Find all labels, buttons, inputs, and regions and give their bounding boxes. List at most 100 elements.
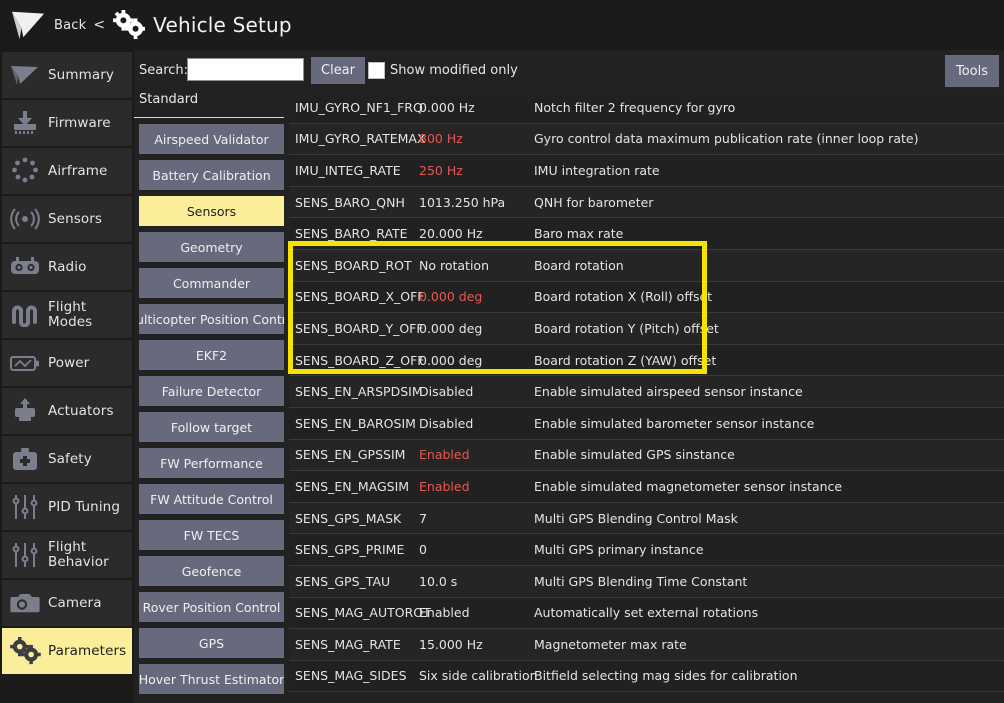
sliders-icon [8,492,42,522]
paper-plane-icon [10,8,48,42]
sidebar-item-actuators[interactable]: Actuators [2,388,132,434]
group-item-sensors[interactable]: Sensors [139,196,284,226]
group-item-multicopter-position-control[interactable]: Multicopter Position Control [139,304,284,334]
parameter-name: SENS_EN_ARSPDSIM [289,384,419,399]
parameter-description: Board rotation Y (Pitch) offset [534,321,1004,336]
sidebar-item-safety[interactable]: Safety [2,436,132,482]
parameter-value: No rotation [419,258,534,273]
sidebar-item-firmware[interactable]: Firmware [2,100,132,146]
parameter-value: Disabled [419,384,534,399]
parameter-name: SENS_BOARD_Z_OFF [289,353,419,368]
parameter-name: SENS_EN_BAROSIM [289,416,419,431]
parameter-value: 0 [419,542,534,557]
gears-icon [113,10,145,40]
parameter-name: SENS_MAG_AUTOROT [289,605,419,620]
group-item-geometry[interactable]: Geometry [139,232,284,262]
vehicle-setup-window: Back < Vehicle Setup Summary [0,0,1004,703]
group-item-fw-tecs[interactable]: FW TECS [139,520,284,550]
gears-icon [8,636,42,666]
sidebar-item-label: Sensors [48,212,102,227]
back-button[interactable]: Back [54,18,86,33]
group-item-fw-attitude-control[interactable]: FW Attitude Control [139,484,284,514]
tools-button[interactable]: Tools [945,55,999,87]
group-item-airspeed-validator[interactable]: Airspeed Validator [139,124,284,154]
show-modified-only-checkbox[interactable] [368,62,385,79]
group-item-geofence[interactable]: Geofence [139,556,284,586]
table-row[interactable]: SENS_GPS_PRIME 0 Multi GPS primary insta… [289,534,1004,566]
first-aid-kit-icon [8,444,42,474]
table-row[interactable]: SENS_EN_ARSPDSIM Disabled Enable simulat… [289,376,1004,408]
sidebar-item-radio[interactable]: Radio [2,244,132,290]
parameter-description: Board rotation Z (YAW) offset [534,353,1004,368]
parameter-value: 0.000 deg [419,289,534,304]
table-row[interactable]: IMU_GYRO_NF1_FRQ 0.000 Hz Notch filter 2… [289,92,1004,124]
sidebar-item-label: Flight Behavior [48,540,132,570]
table-row[interactable]: IMU_GYRO_RATEMAX 800 Hz Gyro control dat… [289,124,1004,156]
table-row[interactable]: SENS_MAG_RATE 15.000 Hz Magnetometer max… [289,629,1004,661]
sidebar-item-airframe[interactable]: Airframe [2,148,132,194]
parameter-value: 1013.250 hPa [419,195,534,210]
camera-icon [8,588,42,618]
parameter-value: 250 Hz [419,163,534,178]
group-item-commander[interactable]: Commander [139,268,284,298]
sidebar-item-power[interactable]: Power [2,340,132,386]
parameter-value: 0.000 deg [419,353,534,368]
parameter-description: Magnetometer max rate [534,637,1004,652]
parameter-value: 10.0 s [419,574,534,589]
parameter-name: SENS_BOARD_X_OFF [289,289,419,304]
sidebar-item-camera[interactable]: Camera [2,580,132,626]
group-item-battery-calibration[interactable]: Battery Calibration [139,160,284,190]
table-row[interactable]: SENS_GPS_MASK 7 Multi GPS Blending Contr… [289,503,1004,535]
table-row[interactable]: SENS_MAG_AUTOROT Enabled Automatically s… [289,598,1004,630]
parameter-description: Enable simulated barometer sensor instan… [534,416,1004,431]
group-item-fw-performance[interactable]: FW Performance [139,448,284,478]
parameter-name: SENS_MAG_SIDES [289,668,419,683]
group-item-rover-position-control[interactable]: Rover Position Control [139,592,284,622]
table-row[interactable]: SENS_EN_MAGSIM Enabled Enable simulated … [289,471,1004,503]
table-row[interactable]: SENS_BARO_QNH 1013.250 hPa QNH for barom… [289,187,1004,219]
group-item-gps[interactable]: GPS [139,628,284,658]
sidebar-item-summary[interactable]: Summary [2,52,132,98]
table-row[interactable]: SENS_BOARD_X_OFF 0.000 deg Board rotatio… [289,282,1004,314]
sidebar-item-label: Camera [48,596,102,611]
group-item-ekf2[interactable]: EKF2 [139,340,284,370]
table-row[interactable]: IMU_INTEG_RATE 250 Hz IMU integration ra… [289,155,1004,187]
setup-sidebar: Summary Firmware [0,50,134,703]
parameter-name: SENS_EN_GPSSIM [289,447,419,462]
clear-button[interactable]: Clear [311,57,365,84]
sidebar-item-parameters[interactable]: Parameters [2,628,132,674]
sidebar-item-flight-modes[interactable]: Flight Modes [2,292,132,338]
breadcrumb-separator: < [93,17,105,33]
show-modified-only-label: Show modified only [390,63,518,78]
parameter-value: 20.000 Hz [419,226,534,241]
group-item-hover-thrust-estimator[interactable]: Hover Thrust Estimator [139,664,284,694]
search-input[interactable] [187,58,304,81]
table-row[interactable]: SENS_BOARD_Z_OFF 0.000 deg Board rotatio… [289,345,1004,377]
table-row[interactable]: SENS_BOARD_ROT No rotation Board rotatio… [289,250,1004,282]
table-row[interactable]: SENS_BOARD_Y_OFF 0.000 deg Board rotatio… [289,313,1004,345]
group-item-follow-target[interactable]: Follow target [139,412,284,442]
sidebar-item-label: Flight Modes [48,300,132,330]
sidebar-item-pid-tuning[interactable]: PID Tuning [2,484,132,530]
parameter-description: Automatically set external rotations [534,605,1004,620]
parameter-name: SENS_MAG_RATE [289,637,419,652]
motor-arrow-icon [8,396,42,426]
sidebar-item-label: Parameters [48,644,126,659]
sidebar-item-label: Safety [48,452,92,467]
propeller-dots-icon [8,156,42,186]
parameter-name: SENS_BOARD_Y_OFF [289,321,419,336]
sidebar-item-flight-behavior[interactable]: Flight Behavior [2,532,132,578]
table-row[interactable]: SENS_BARO_RATE 20.000 Hz Baro max rate [289,218,1004,250]
table-row[interactable]: SENS_GPS_TAU 10.0 s Multi GPS Blending T… [289,566,1004,598]
app-header: Back < Vehicle Setup [0,0,1004,50]
group-item-failure-detector[interactable]: Failure Detector [139,376,284,406]
table-row[interactable]: SENS_MAG_SIDES Six side calibration Bitf… [289,661,1004,693]
parameter-table: IMU_GYRO_NF1_FRQ 0.000 Hz Notch filter 2… [289,92,1004,703]
table-row[interactable]: SENS_EN_BAROSIM Disabled Enable simulate… [289,408,1004,440]
table-row[interactable]: SENS_EN_GPSSIM Enabled Enable simulated … [289,440,1004,472]
parameter-value: 0.000 Hz [419,100,534,115]
parameter-description: IMU integration rate [534,163,1004,178]
sidebar-item-label: Summary [48,68,114,83]
paper-plane-icon [8,60,42,90]
sidebar-item-sensors[interactable]: Sensors [2,196,132,242]
